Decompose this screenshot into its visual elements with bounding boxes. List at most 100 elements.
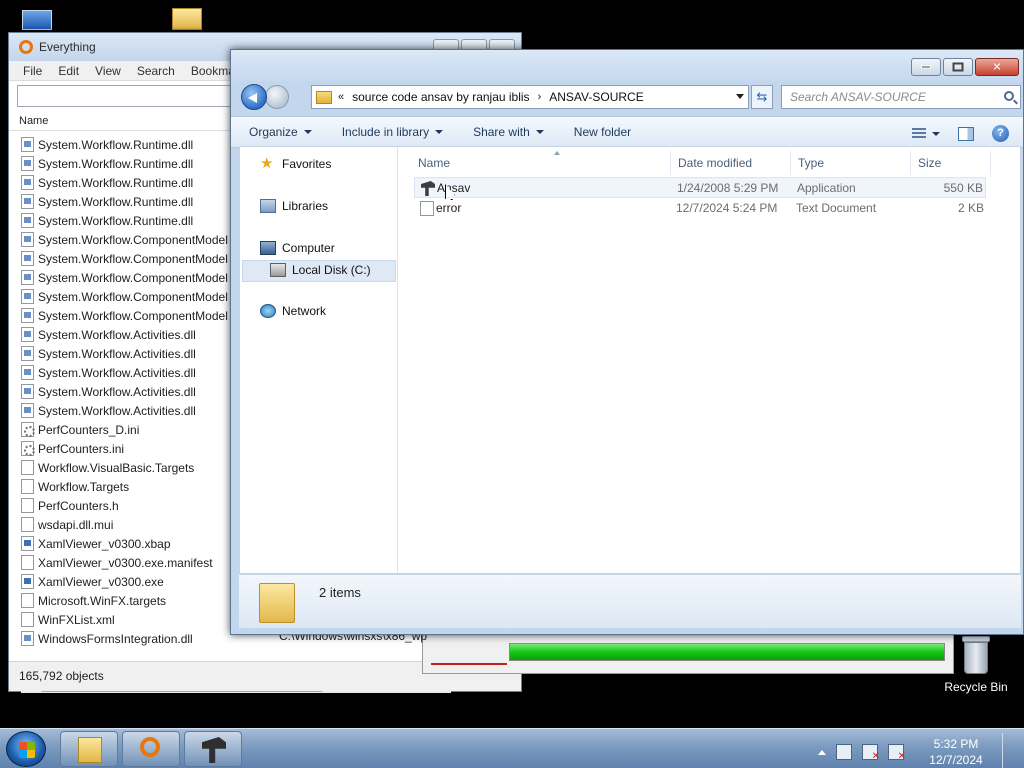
everything-list-item[interactable]: System.Workflow.Runtime.dll (9, 154, 231, 173)
volume-muted-icon[interactable]: ✕ (888, 744, 906, 762)
view-chevron-down-icon[interactable] (932, 131, 940, 136)
dll-file-icon (21, 137, 34, 152)
explorer-minimize-button[interactable] (911, 58, 941, 76)
taskbar-everything-button[interactable] (122, 731, 180, 767)
column-header-type[interactable]: Type (798, 151, 824, 175)
back-button[interactable] (241, 84, 267, 110)
ansav-app-icon (202, 737, 226, 763)
file-name: Ansav (437, 181, 471, 195)
nav-item-network[interactable]: Network (260, 304, 326, 318)
address-bar[interactable]: « source code ansav by ranjau iblis › AN… (311, 85, 749, 109)
folder-icon (78, 737, 102, 763)
everything-list-item[interactable]: System.Workflow.Activities.dll (9, 344, 231, 363)
everything-list-item[interactable]: XamlViewer_v0300.xbap (9, 534, 231, 553)
show-hidden-icons-icon[interactable] (818, 749, 826, 755)
preview-pane-icon[interactable] (958, 126, 974, 141)
everything-list-item[interactable]: System.Workflow.ComponentModel (9, 287, 231, 306)
everything-list-item[interactable]: System.Workflow.ComponentModel (9, 249, 231, 268)
menu-search[interactable]: Search (129, 64, 183, 78)
breadcrumb-parent[interactable]: source code ansav by ranjau iblis (352, 90, 529, 104)
nav-item-favorites[interactable]: ★ Favorites (260, 156, 331, 171)
network-tray-icon[interactable]: ✕ (862, 744, 880, 762)
everything-list-item[interactable]: XamlViewer_v0300.exe.manifest (9, 553, 231, 572)
everything-list-item[interactable]: PerfCounters.h (9, 496, 231, 515)
file-row-ansav[interactable]: Ansav 1/24/2008 5:29 PM Application 550 … (414, 177, 986, 200)
windows-logo-icon (19, 742, 35, 758)
everything-list-item[interactable]: System.Workflow.Activities.dll (9, 401, 231, 420)
everything-list-item[interactable]: PerfCounters.ini (9, 439, 231, 458)
nav-item-computer[interactable]: Computer (260, 241, 335, 255)
everything-list-item[interactable]: System.Workflow.ComponentModel (9, 230, 231, 249)
breadcrumb-current[interactable]: ANSAV-SOURCE (549, 90, 643, 104)
file-row-error[interactable]: error 12/7/2024 5:24 PM Text Document 2 … (414, 198, 986, 219)
column-header-date[interactable]: Date modified (678, 151, 752, 175)
file-list-pane: Name Date modified Type Size Ansav 1/24/… (400, 147, 1020, 573)
desktop-computer-icon[interactable] (16, 10, 60, 30)
everything-list-item[interactable]: System.Workflow.Runtime.dll (9, 192, 231, 211)
everything-file-list: System.Workflow.Runtime.dll System.Workfl… (9, 135, 231, 647)
new-folder-button[interactable]: New folder (574, 125, 631, 139)
everything-list-item[interactable]: System.Workflow.Runtime.dll (9, 135, 231, 154)
folder-icon (316, 90, 332, 104)
explorer-maximize-button[interactable] (943, 58, 973, 76)
everything-file-name: PerfCounters_D.ini (38, 422, 140, 437)
breadcrumb-separator[interactable]: › (538, 91, 542, 103)
column-divider[interactable] (790, 151, 791, 175)
organize-button[interactable]: Organize (249, 125, 312, 139)
address-dropdown-icon[interactable] (736, 94, 744, 99)
refresh-button[interactable]: ⇆ (751, 85, 773, 109)
everything-list-item[interactable]: PerfCounters_D.ini (9, 420, 231, 439)
chevron-down-icon (435, 130, 444, 134)
menu-edit[interactable]: Edit (50, 64, 87, 78)
dll-file-icon (21, 289, 34, 304)
clock[interactable]: 5:32 PM 12/7/2024 (924, 736, 988, 768)
dll-file-icon (21, 156, 34, 171)
everything-list-item[interactable]: WindowsFormsIntegration.dll (9, 629, 231, 647)
desktop-folder-icon[interactable] (172, 8, 204, 30)
nav-computer-label: Computer (282, 241, 335, 255)
show-desktop-button[interactable] (1002, 733, 1014, 768)
everything-file-name: System.Workflow.ComponentModel (38, 308, 228, 323)
column-divider[interactable] (910, 151, 911, 175)
change-view-icon[interactable] (912, 127, 926, 140)
everything-list-item[interactable]: System.Workflow.Activities.dll (9, 363, 231, 382)
breadcrumb-overflow[interactable]: « (338, 91, 344, 103)
everything-list-item[interactable]: System.Workflow.Runtime.dll (9, 173, 231, 192)
column-divider[interactable] (670, 151, 671, 175)
nav-item-local-disk[interactable]: Local Disk (C:) (270, 263, 371, 277)
text-document-icon (420, 201, 434, 216)
everything-list-item[interactable]: Workflow.Targets (9, 477, 231, 496)
search-icon[interactable] (1004, 91, 1014, 101)
menu-file[interactable]: File (15, 64, 50, 78)
everything-list-item[interactable]: System.Workflow.Activities.dll (9, 325, 231, 344)
menu-view[interactable]: View (87, 64, 129, 78)
search-input[interactable]: Search ANSAV-SOURCE (781, 85, 1021, 109)
column-header-size[interactable]: Size (918, 151, 941, 175)
forward-button[interactable] (265, 85, 289, 109)
explorer-window[interactable]: ✕ « source code ansav by ranjau iblis › … (230, 49, 1024, 635)
everything-file-name: System.Workflow.Activities.dll (38, 327, 196, 342)
everything-list-item[interactable]: Workflow.VisualBasic.Targets (9, 458, 231, 477)
taskbar-ansav-button[interactable] (184, 731, 242, 767)
file-name: error (436, 201, 462, 215)
everything-list-item[interactable]: System.Workflow.Runtime.dll (9, 211, 231, 230)
column-header-name[interactable]: Name (418, 151, 560, 175)
everything-list-item[interactable]: XamlViewer_v0300.exe (9, 572, 231, 591)
everything-list-item[interactable]: System.Workflow.ComponentModel (9, 306, 231, 325)
progress-window[interactable]: C:\Windows\winsxs\x86_wp (279, 629, 954, 674)
column-divider[interactable] (990, 151, 991, 175)
start-button[interactable] (6, 731, 46, 767)
share-with-button[interactable]: Share with (473, 125, 544, 139)
help-icon[interactable]: ? (992, 125, 1009, 142)
everything-list-item[interactable]: wsdapi.dll.mui (9, 515, 231, 534)
explorer-close-button[interactable]: ✕ (975, 58, 1019, 76)
action-center-icon[interactable] (836, 744, 852, 760)
taskbar-explorer-button[interactable] (60, 731, 118, 767)
nav-item-libraries[interactable]: Libraries (260, 199, 328, 213)
include-in-library-button[interactable]: Include in library (342, 125, 444, 139)
everything-list-item[interactable]: WinFXList.xml (9, 610, 231, 629)
everything-list-item[interactable]: Microsoft.WinFX.targets (9, 591, 231, 610)
everything-list-item[interactable]: System.Workflow.Activities.dll (9, 382, 231, 401)
explorer-titlebar[interactable]: ✕ (231, 50, 1023, 82)
everything-list-item[interactable]: System.Workflow.ComponentModel (9, 268, 231, 287)
